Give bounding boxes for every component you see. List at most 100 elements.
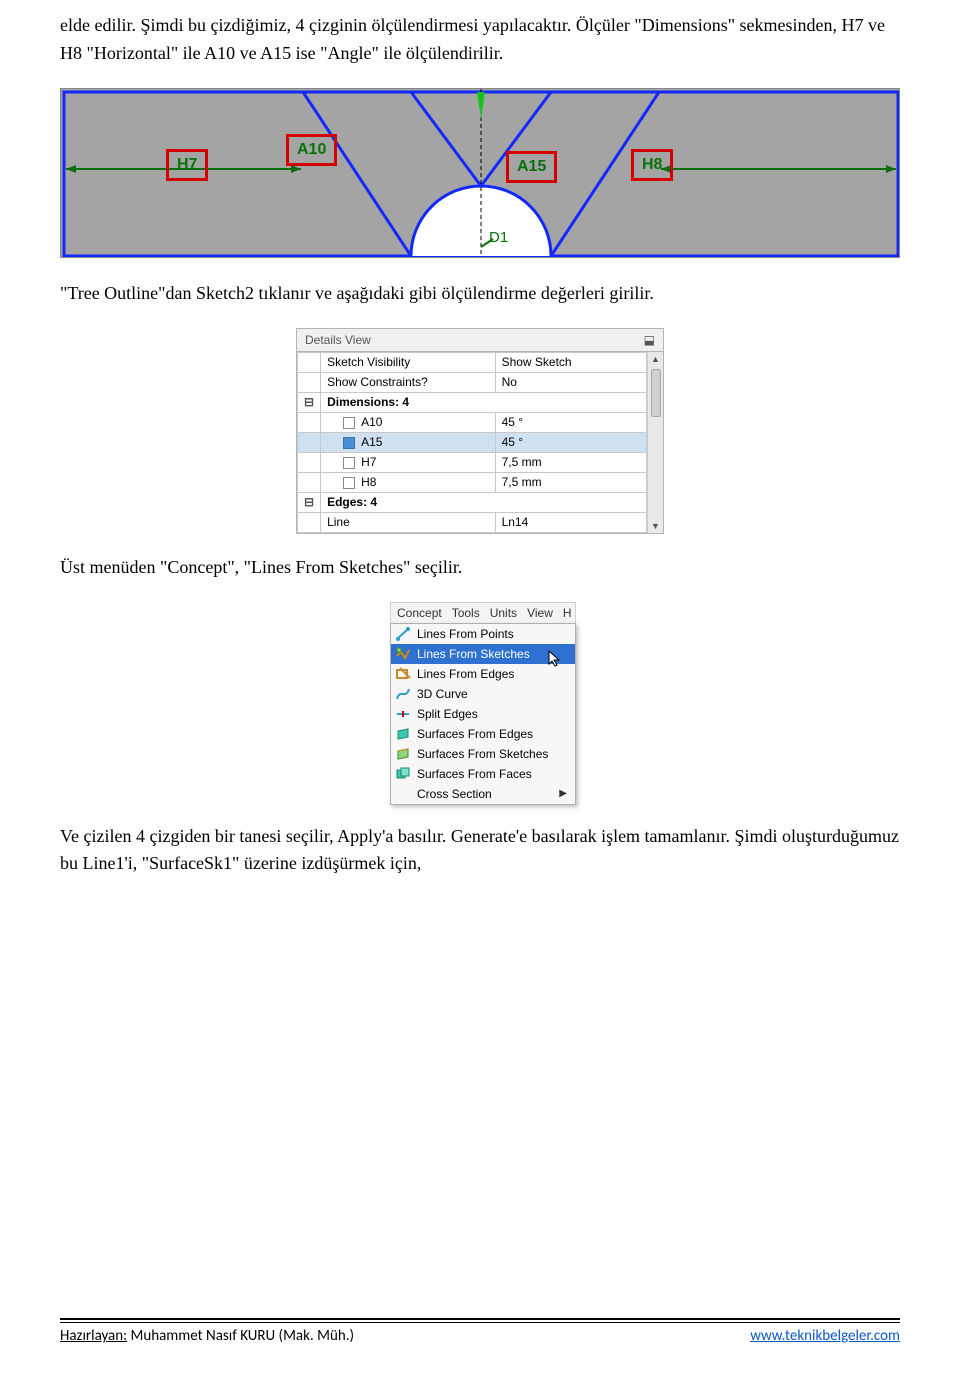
menu-item[interactable]: 3D Curve xyxy=(391,684,575,704)
property-value[interactable]: 7,5 mm xyxy=(495,472,646,492)
split-edges-icon xyxy=(395,706,411,722)
details-row[interactable]: A10 45 ° xyxy=(298,412,647,432)
scrollbar[interactable]: ▲ ▼ xyxy=(647,352,663,533)
property-key-text: A10 xyxy=(361,415,382,429)
property-value[interactable]: 7,5 mm xyxy=(495,452,646,472)
dim-a10-label: A10 xyxy=(297,141,326,158)
menu-item[interactable]: Surfaces From Faces xyxy=(391,764,575,784)
property-key: Sketch Visibility xyxy=(321,352,496,372)
property-key-text: Line xyxy=(327,515,350,529)
details-row[interactable]: Show Constraints?No xyxy=(298,372,647,392)
footer-link[interactable]: www.teknikbelgeler.com xyxy=(750,1327,900,1345)
dim-h7-label: H7 xyxy=(177,156,197,173)
concept-menu: Concept Tools Units View H Lines From Points… xyxy=(390,602,576,805)
surfaces-from-sketches-icon xyxy=(395,746,411,762)
footer-author-name: Muhammet Nasıf KURU (Mak. Müh.) xyxy=(127,1327,354,1345)
lines-from-edges-icon xyxy=(395,666,411,682)
details-property-table: Sketch Visibility Show SketchShow Constra… xyxy=(297,352,647,533)
property-key: H7 xyxy=(321,452,496,472)
menubar-item[interactable]: Units xyxy=(490,606,517,620)
menu-item-label: Surfaces From Sketches xyxy=(417,747,548,761)
submenu-arrow-icon: ▶ xyxy=(559,788,567,799)
menu-item[interactable]: Split Edges xyxy=(391,704,575,724)
sketch-diagram: H7 A10 A15 H8 D1 xyxy=(60,88,900,258)
row-gutter xyxy=(298,412,321,432)
property-key: Line xyxy=(321,512,496,532)
group-toggle-icon[interactable]: ⊟ xyxy=(298,392,321,412)
details-view-title: Details View xyxy=(305,333,371,347)
surfaces-from-edges-icon xyxy=(395,726,411,742)
group-label: Dimensions: 4 xyxy=(321,392,647,412)
menu-item[interactable]: Lines From Points xyxy=(391,624,575,644)
checkbox-icon[interactable] xyxy=(343,437,355,449)
paragraph-4: Ve çizilen 4 çizgiden bir tanesi seçilir… xyxy=(60,823,900,879)
mouse-cursor-icon xyxy=(548,650,562,671)
menubar: Concept Tools Units View H xyxy=(390,602,576,623)
footer-author: Hazırlayan: Muhammet Nasıf KURU (Mak. Mü… xyxy=(60,1327,354,1345)
paragraph-1: elde edilir. Şimdi bu çizdiğimiz, 4 çizg… xyxy=(60,12,900,68)
row-gutter xyxy=(298,432,321,452)
curve-3d-icon xyxy=(395,686,411,702)
details-row[interactable]: H77,5 mm xyxy=(298,452,647,472)
pin-icon[interactable]: ⬓ xyxy=(644,333,655,347)
menubar-item[interactable]: Concept xyxy=(397,606,442,620)
menu-item-label: 3D Curve xyxy=(417,687,468,701)
menu-item-label: Split Edges xyxy=(417,707,478,721)
property-value[interactable]: No xyxy=(495,372,646,392)
menubar-item[interactable]: H xyxy=(563,606,572,620)
dim-h8-box: H8 xyxy=(631,149,673,181)
scroll-thumb[interactable] xyxy=(651,369,661,417)
menu-item[interactable]: Cross Section ▶ xyxy=(391,784,575,804)
details-row[interactable]: Line Ln14 xyxy=(298,512,647,532)
details-view-panel: Details View ⬓ Sketch Visibility Show Ske… xyxy=(296,328,664,534)
details-row[interactable]: H8 7,5 mm xyxy=(298,472,647,492)
dim-a10-box: A10 xyxy=(286,134,337,166)
row-gutter xyxy=(298,372,321,392)
surfaces-from-faces-icon xyxy=(395,766,411,782)
property-key: H8 xyxy=(321,472,496,492)
cross-section-icon xyxy=(395,786,411,802)
dim-h8-label: H8 xyxy=(642,156,662,173)
dim-h7-box: H7 xyxy=(166,149,208,181)
dim-a15-label: A15 xyxy=(517,158,546,175)
menu-item-label: Lines From Points xyxy=(417,627,514,641)
details-row[interactable]: Sketch Visibility Show Sketch xyxy=(298,352,647,372)
property-key: A15 xyxy=(321,432,496,452)
menu-item-label: Surfaces From Faces xyxy=(417,767,532,781)
dim-d1-label: D1 xyxy=(489,229,508,246)
checkbox-icon[interactable] xyxy=(343,417,355,429)
property-key: A10 xyxy=(321,412,496,432)
menu-item-label: Lines From Edges xyxy=(417,667,514,681)
details-view-title-bar: Details View ⬓ xyxy=(297,329,663,352)
property-key-text: Sketch Visibility xyxy=(327,355,410,369)
property-value[interactable]: Show Sketch xyxy=(495,352,646,372)
menu-item[interactable]: Surfaces From Edges xyxy=(391,724,575,744)
menubar-item[interactable]: Tools xyxy=(452,606,480,620)
lines-from-points-icon xyxy=(395,626,411,642)
scroll-up-icon[interactable]: ▲ xyxy=(651,352,661,366)
property-value[interactable]: Ln14 xyxy=(495,512,646,532)
property-value[interactable]: 45 ° xyxy=(495,412,646,432)
row-gutter xyxy=(298,352,321,372)
paragraph-3: Üst menüden "Concept", "Lines From Sketc… xyxy=(60,554,900,582)
property-value[interactable]: 45 ° xyxy=(495,432,646,452)
details-row[interactable]: ⊟Dimensions: 4 xyxy=(298,392,647,412)
group-toggle-icon[interactable]: ⊟ xyxy=(298,492,321,512)
checkbox-icon[interactable] xyxy=(343,477,355,489)
menubar-item[interactable]: View xyxy=(527,606,553,620)
property-key-text: H8 xyxy=(361,475,376,489)
row-gutter xyxy=(298,452,321,472)
dim-a15-box: A15 xyxy=(506,151,557,183)
page-footer: Hazırlayan: Muhammet Nasıf KURU (Mak. Mü… xyxy=(60,1318,900,1345)
property-key-text: A15 xyxy=(361,435,382,449)
details-row[interactable]: A15 45 ° xyxy=(298,432,647,452)
menu-item[interactable]: Surfaces From Sketches xyxy=(391,744,575,764)
footer-author-label: Hazırlayan: xyxy=(60,1327,127,1345)
checkbox-icon[interactable] xyxy=(343,457,355,469)
details-row[interactable]: ⊟Edges: 4 xyxy=(298,492,647,512)
row-gutter xyxy=(298,512,321,532)
menu-item-label: Cross Section xyxy=(417,787,492,801)
property-key: Show Constraints? xyxy=(321,372,496,392)
row-gutter xyxy=(298,472,321,492)
scroll-down-icon[interactable]: ▼ xyxy=(648,519,663,533)
